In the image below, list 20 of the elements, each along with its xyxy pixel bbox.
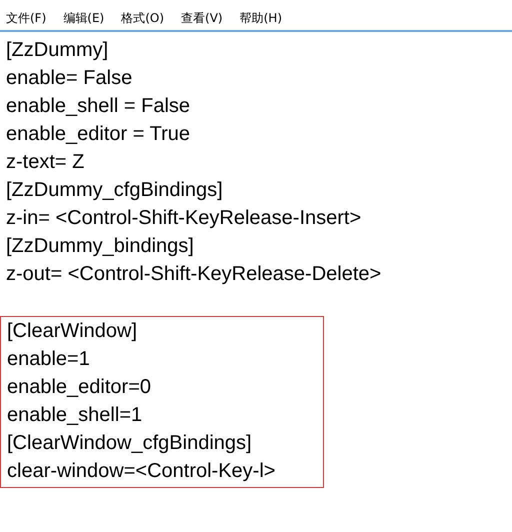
text-line: enable= False [6, 66, 134, 91]
text-line: enable_editor=0 [7, 375, 152, 400]
text-line: enable_editor = True [6, 122, 192, 147]
text-line: [ClearWindow] [7, 319, 138, 344]
menu-item[interactable]: 帮助(H) [240, 10, 289, 27]
text-line: [ZzDummy_bindings] [6, 234, 195, 259]
text-line: enable_shell = False [6, 94, 192, 119]
menu-item[interactable]: 编辑(E) [63, 10, 112, 27]
menu-item[interactable]: 查看(V) [181, 10, 230, 27]
text-line: z-text= Z [6, 150, 86, 175]
text-line: enable_shell=1 [7, 403, 144, 428]
text-line: [ZzDummy_cfgBindings] [6, 178, 224, 203]
text-line: enable=1 [7, 347, 91, 372]
text-line: z-out= <Control-Shift-KeyRelease-Delete> [6, 262, 382, 287]
text-line: z-in= <Control-Shift-KeyRelease-Insert> [6, 206, 362, 231]
text-line: [ClearWindow_cfgBindings] [7, 431, 253, 456]
text-line: [ZzDummy] [6, 38, 110, 63]
text-line: clear-window=<Control-Key-l> [7, 459, 276, 484]
menu-item[interactable]: 文件(F) [6, 10, 54, 27]
menu-item[interactable]: 格式(O) [121, 10, 172, 27]
